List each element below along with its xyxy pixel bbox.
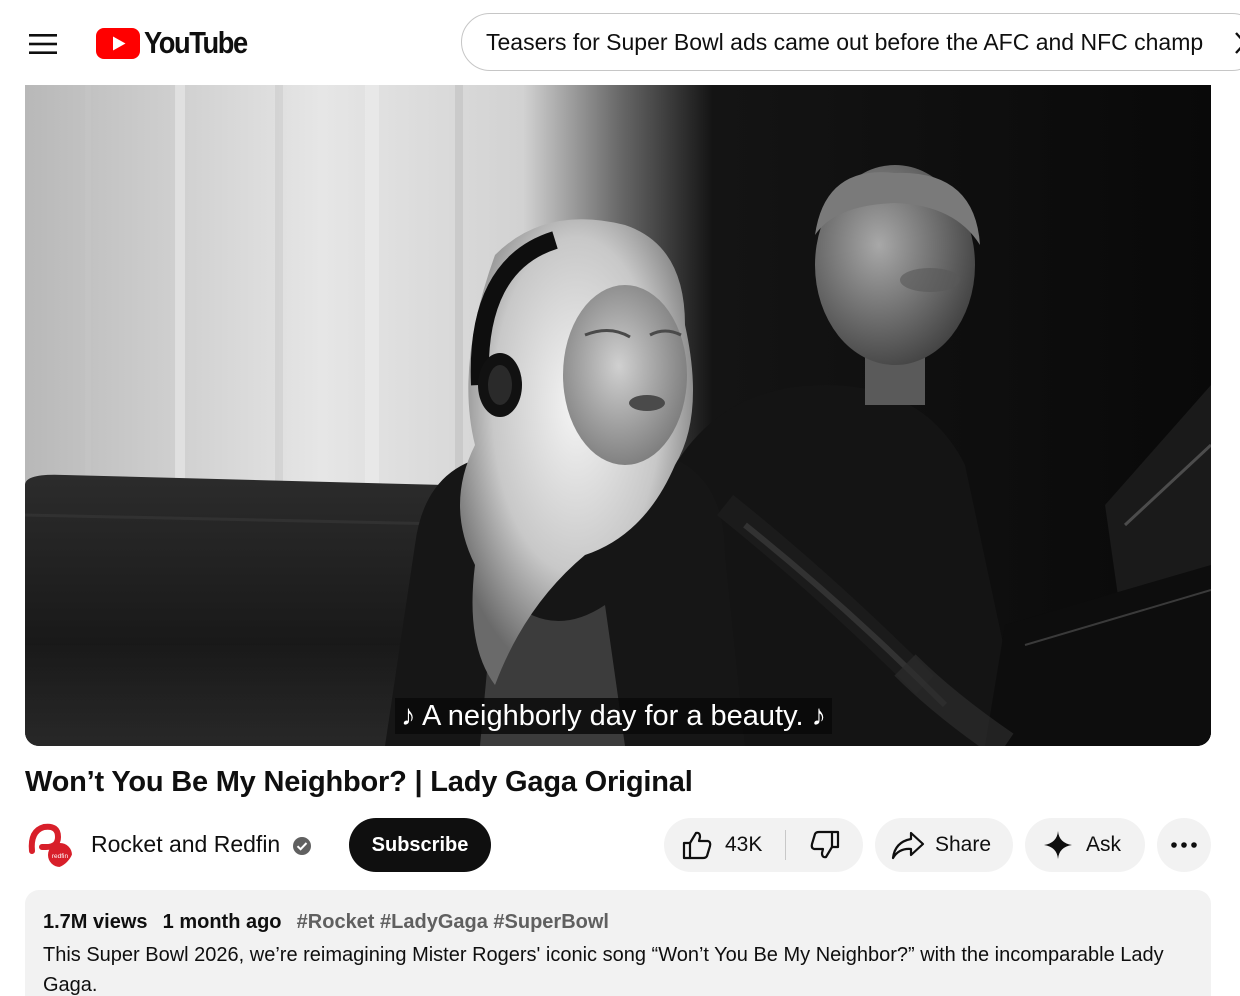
view-count: 1.7M views bbox=[43, 911, 148, 933]
dislike-button[interactable] bbox=[786, 818, 863, 872]
search-input[interactable] bbox=[486, 28, 1240, 56]
more-horizontal-icon bbox=[1171, 842, 1197, 848]
description-meta: 1.7M views 1 month ago #Rocket #LadyGaga… bbox=[43, 911, 609, 934]
thumbs-down-icon bbox=[810, 830, 839, 859]
logo-wordmark: YouTube bbox=[144, 25, 248, 60]
video-player[interactable]: ♪ A neighborly day for a beauty. ♪ bbox=[25, 85, 1211, 746]
guide-menu-button[interactable] bbox=[22, 23, 64, 65]
video-frame bbox=[25, 85, 1211, 746]
svg-text:redfin: redfin bbox=[52, 853, 69, 860]
video-caption: ♪ A neighborly day for a beauty. ♪ bbox=[395, 698, 833, 734]
share-button[interactable]: Share bbox=[875, 818, 1013, 872]
ask-button[interactable]: Ask bbox=[1025, 818, 1145, 872]
channel-avatar[interactable]: redfin bbox=[26, 821, 74, 869]
publish-date: 1 month ago bbox=[162, 911, 282, 933]
share-arrow-icon bbox=[891, 831, 925, 860]
search-box[interactable] bbox=[461, 13, 1240, 71]
hamburger-menu-icon bbox=[29, 34, 57, 54]
verified-check-icon bbox=[293, 837, 311, 855]
channel-name[interactable]: Rocket and Redfin bbox=[91, 831, 280, 858]
masthead: YouTube bbox=[0, 0, 1240, 86]
share-label: Share bbox=[935, 833, 992, 856]
description-text: This Super Bowl 2026, we’re reimagining … bbox=[43, 944, 1164, 996]
search-clear-button[interactable] bbox=[1230, 28, 1240, 58]
verified-badge bbox=[292, 836, 312, 856]
youtube-logo[interactable]: YouTube bbox=[96, 25, 261, 60]
youtube-play-icon bbox=[96, 27, 140, 59]
like-button[interactable]: 43K bbox=[664, 818, 785, 872]
thumbs-up-icon bbox=[682, 831, 712, 860]
ask-label: Ask bbox=[1086, 833, 1122, 856]
hashtags[interactable]: #Rocket #LadyGaga #SuperBowl bbox=[297, 911, 609, 933]
like-count: 43K bbox=[725, 833, 763, 856]
close-icon bbox=[1235, 32, 1240, 54]
video-title: Won’t You Be My Neighbor? | Lady Gaga Or… bbox=[25, 766, 693, 798]
sparkle-icon bbox=[1044, 831, 1072, 859]
description-box[interactable]: 1.7M views 1 month ago #Rocket #LadyGaga… bbox=[25, 890, 1211, 996]
more-actions-button[interactable] bbox=[1157, 818, 1211, 872]
subscribe-button[interactable]: Subscribe bbox=[349, 818, 491, 872]
redfin-logo-icon: redfin bbox=[26, 821, 74, 869]
like-dislike-group: 43K bbox=[664, 818, 863, 872]
